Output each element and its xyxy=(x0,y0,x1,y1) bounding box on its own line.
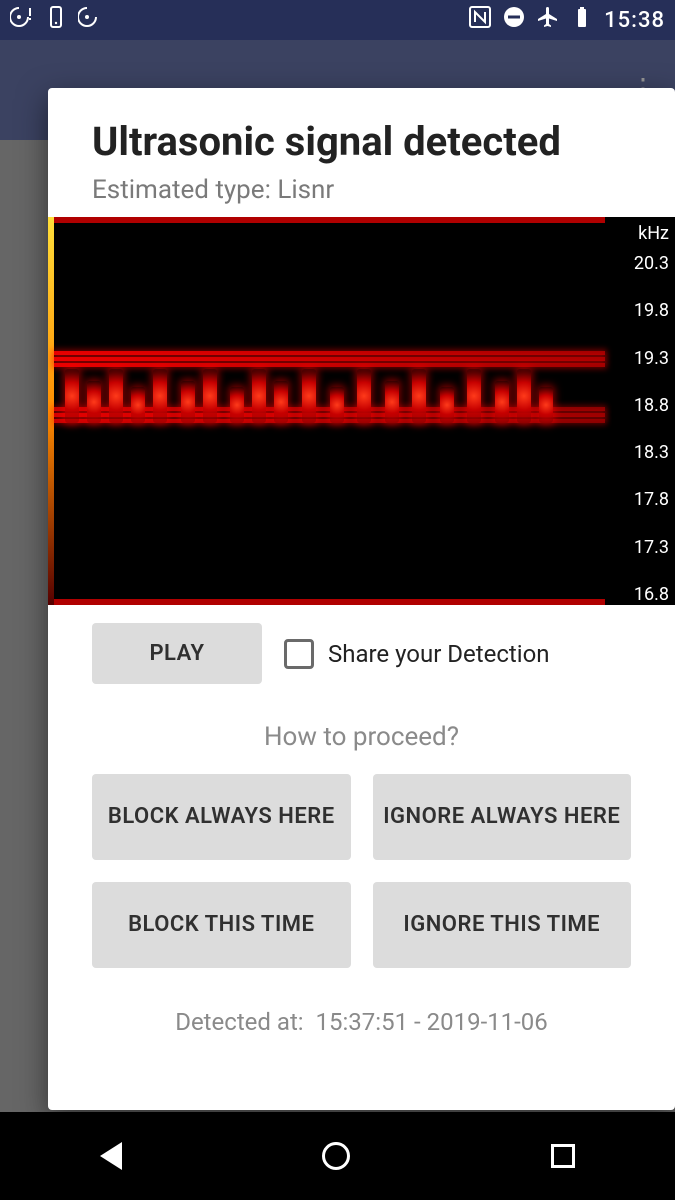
do-not-disturb-icon xyxy=(502,5,526,35)
detection-dialog: Ultrasonic signal detected Estimated typ… xyxy=(48,88,675,1110)
share-detection-label: Share your Detection xyxy=(328,640,550,668)
back-triangle-icon xyxy=(100,1142,122,1170)
android-status-bar: 15:38 xyxy=(0,0,675,40)
block-this-time-button[interactable]: BLOCK THIS TIME xyxy=(92,882,351,968)
tick-label: 18.3 xyxy=(609,442,669,463)
speaker-alert-icon xyxy=(10,5,34,35)
spectrogram-axis-ticks: 20.3 19.8 19.3 18.8 18.3 17.8 17.3 16.8 xyxy=(609,253,669,605)
detected-at-value: 15:37:51 - 2019-11-06 xyxy=(316,1008,548,1036)
recents-square-icon xyxy=(551,1144,575,1168)
ignore-this-time-button[interactable]: IGNORE THIS TIME xyxy=(373,882,632,968)
proceed-prompt: How to proceed? xyxy=(48,694,675,774)
home-circle-icon xyxy=(322,1142,350,1170)
spectrogram-top-band xyxy=(54,217,605,223)
android-nav-bar xyxy=(0,1112,675,1200)
spectrogram-axis-unit: kHz xyxy=(638,223,669,244)
tick-label: 17.3 xyxy=(609,537,669,558)
tick-label: 19.8 xyxy=(609,300,669,321)
ignore-always-button[interactable]: IGNORE ALWAYS HERE xyxy=(373,774,632,860)
block-always-button[interactable]: BLOCK ALWAYS HERE xyxy=(92,774,351,860)
nav-back-button[interactable] xyxy=(100,1142,122,1170)
tick-label: 17.8 xyxy=(609,489,669,510)
spectrogram-signal xyxy=(54,351,605,441)
detected-at-label: Detected at: xyxy=(175,1008,303,1036)
tick-label: 16.8 xyxy=(609,584,669,605)
battery-icon xyxy=(570,5,594,35)
speaker-icon xyxy=(78,5,102,35)
tick-label: 18.8 xyxy=(609,395,669,416)
dialog-title: Ultrasonic signal detected xyxy=(48,88,675,171)
nav-home-button[interactable] xyxy=(322,1142,350,1170)
nfc-icon xyxy=(468,5,492,35)
spectrogram-bottom-band xyxy=(54,599,605,605)
play-button[interactable]: PLAY xyxy=(92,623,262,684)
nav-recents-button[interactable] xyxy=(551,1144,575,1168)
status-clock: 15:38 xyxy=(604,8,665,33)
airplane-mode-icon xyxy=(536,5,560,35)
phone-vibrate-icon xyxy=(44,5,68,35)
checkbox-icon xyxy=(284,639,314,669)
detected-at-line: Detected at: 15:37:51 - 2019-11-06 xyxy=(48,968,675,1054)
tick-label: 19.3 xyxy=(609,348,669,369)
share-detection-checkbox[interactable]: Share your Detection xyxy=(284,639,631,669)
dialog-subtitle: Estimated type: Lisnr xyxy=(48,171,675,217)
spectrogram-view: kHz 20.3 19.8 19.3 18.8 18.3 17.8 17.3 1… xyxy=(48,217,675,605)
tick-label: 20.3 xyxy=(609,253,669,274)
